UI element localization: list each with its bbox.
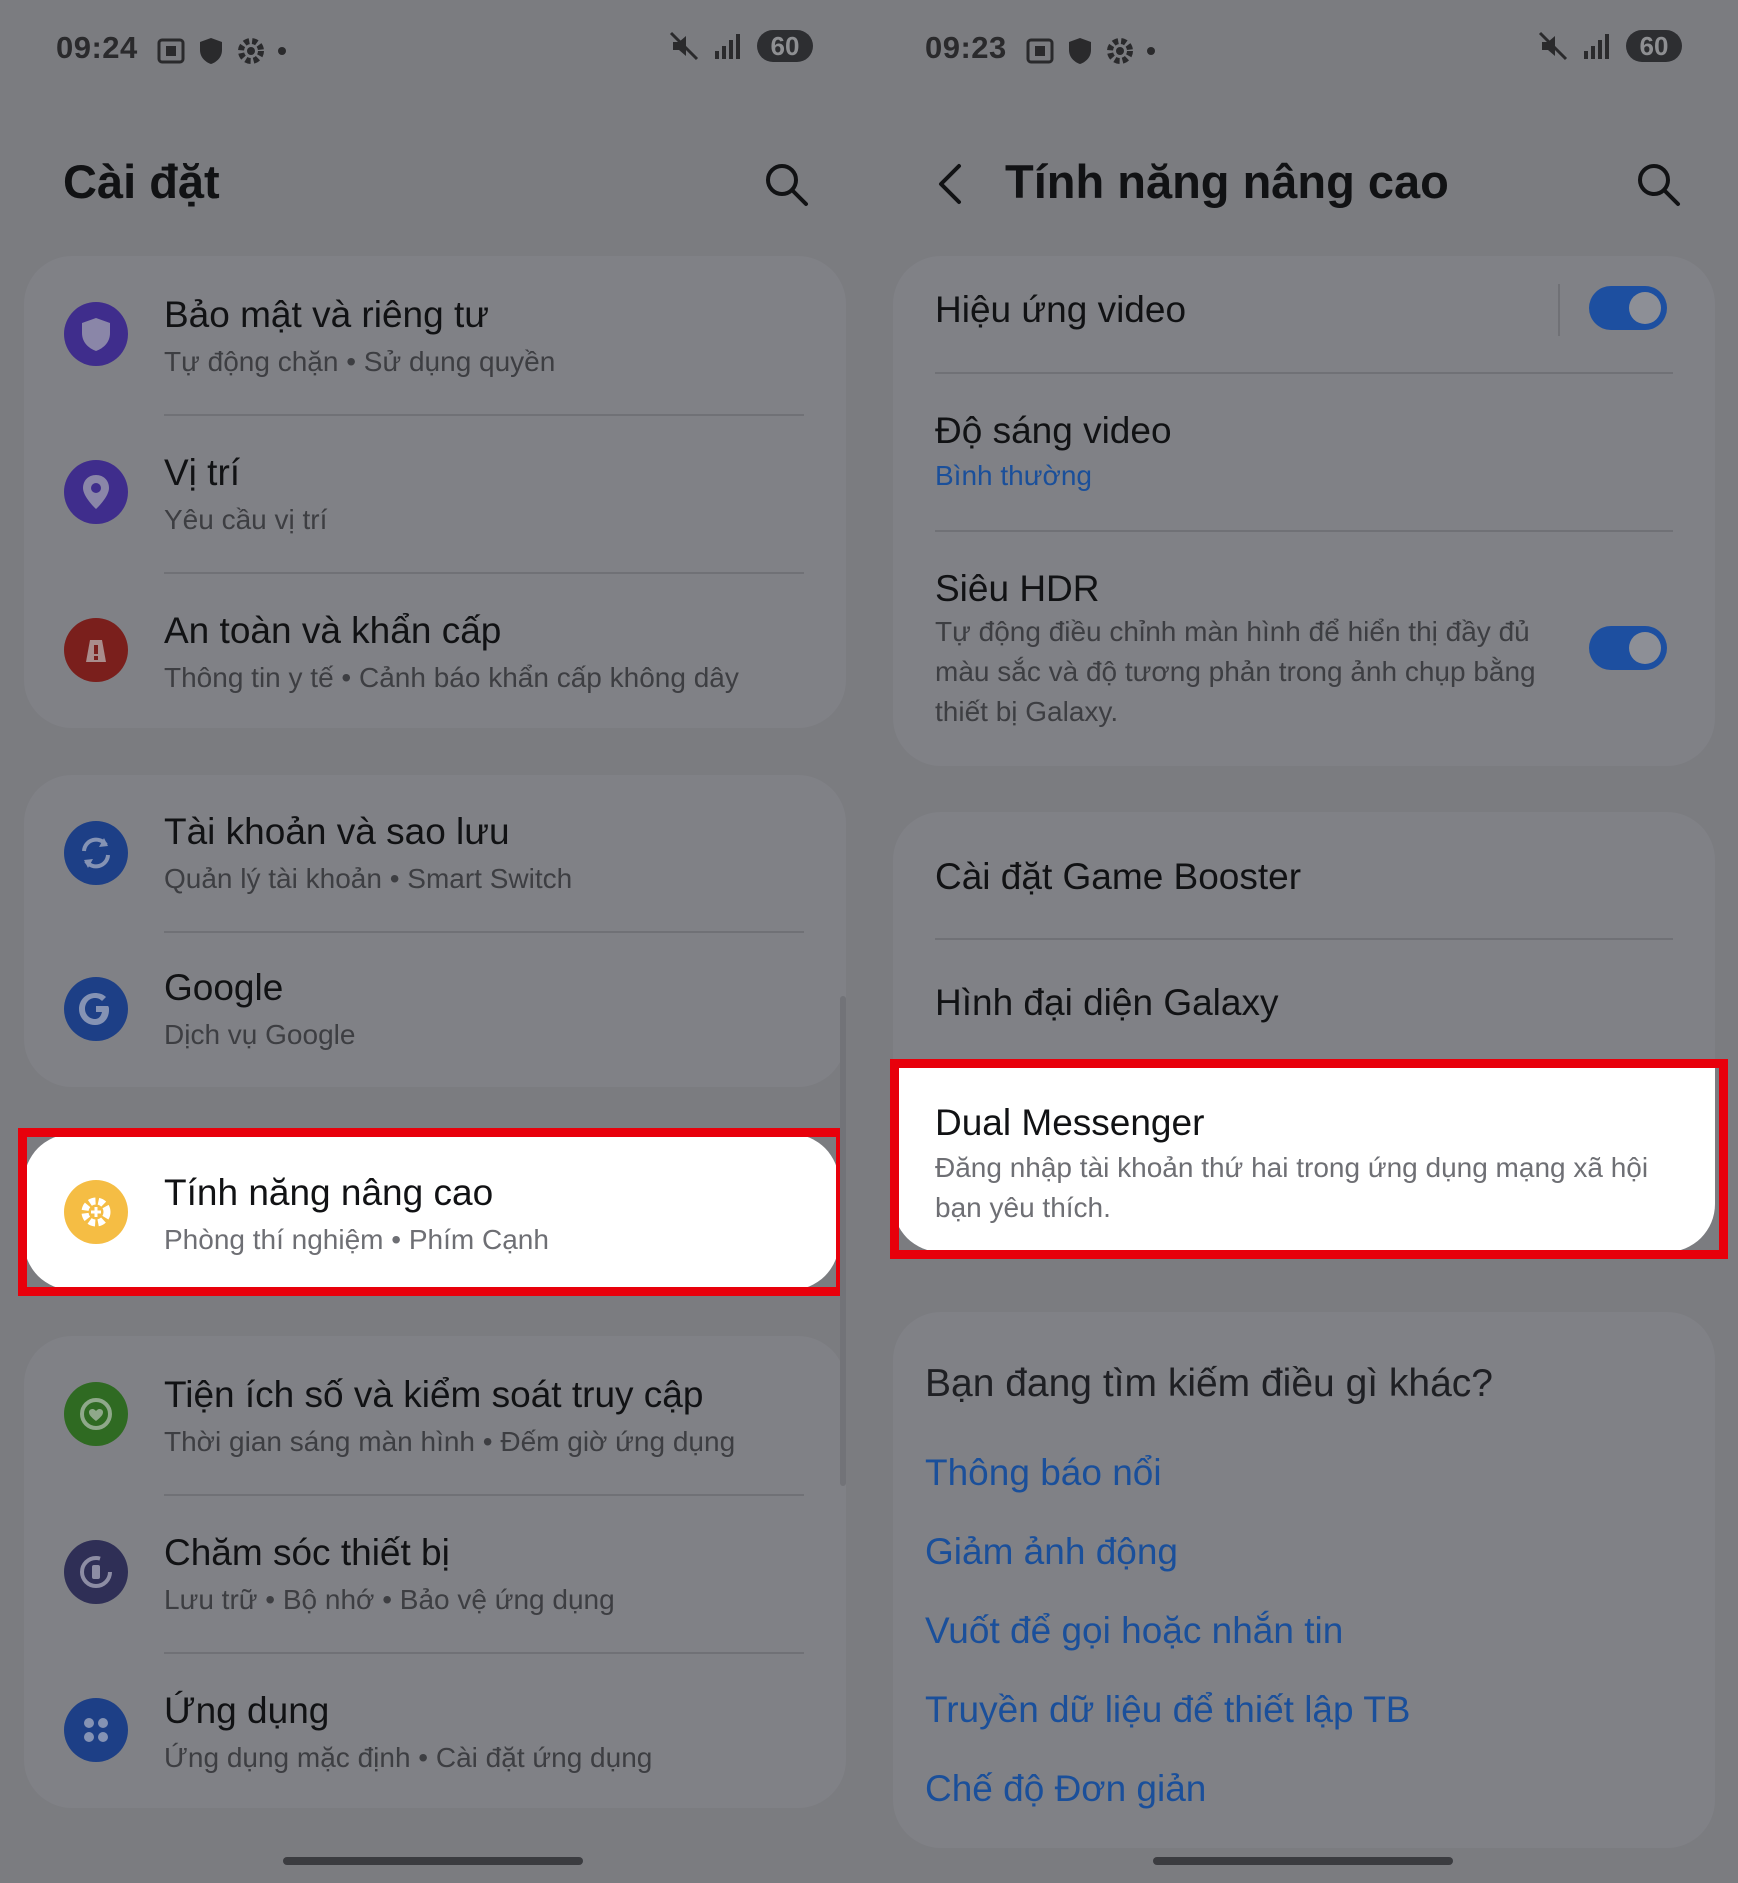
signal-icon xyxy=(1584,34,1609,59)
battery-indicator: 60 xyxy=(757,30,813,62)
video-effects-toggle[interactable] xyxy=(1589,286,1667,330)
status-bar: 09:23 60 xyxy=(925,24,1682,72)
page-title: Tính năng nâng cao xyxy=(1005,155,1449,208)
emergency-alert-icon xyxy=(64,618,128,682)
settings-item-subtitle: Tự động chặn • Sử dụng quyền xyxy=(164,346,556,377)
shield-icon xyxy=(64,302,128,366)
status-bar: 09:24 60 xyxy=(56,24,813,72)
settings-item-google[interactable]: Google Dịch vụ Google xyxy=(24,931,846,1087)
settings-item-advanced-features[interactable]: Tính năng nâng cao Phòng thí nghiệm • Ph… xyxy=(24,1134,839,1290)
video-settings-group: Hiệu ứng video Độ sáng video Bình thường… xyxy=(893,256,1715,766)
signal-icon xyxy=(715,34,740,59)
settings-item-title: Cài đặt Game Booster xyxy=(935,856,1302,897)
settings-group-accounts: Tài khoản và sao lưu Quản lý tài khoản •… xyxy=(24,775,846,1087)
suggestion-link[interactable]: Thông báo nổi xyxy=(925,1452,1162,1494)
settings-group-device: Tiện ích số và kiểm soát truy cập Thời g… xyxy=(24,1336,846,1808)
settings-item-value: Bình thường xyxy=(935,460,1092,491)
settings-item-subtitle: Yêu cầu vị trí xyxy=(164,504,328,535)
settings-item-apps[interactable]: Ứng dụng Ứng dụng mặc định • Cài đặt ứng… xyxy=(24,1652,846,1808)
settings-item-video-effects[interactable]: Hiệu ứng video xyxy=(893,256,1715,372)
settings-item-galaxy-avatar[interactable]: Hình đại diện Galaxy xyxy=(893,938,1715,1066)
suggestion-link[interactable]: Truyền dữ liệu để thiết lập TB xyxy=(925,1689,1410,1731)
suggestion-link[interactable]: Chế độ Đơn giản xyxy=(925,1768,1206,1810)
settings-item-safety-emergency[interactable]: An toàn và khẩn cấp Thông tin y tế • Cản… xyxy=(24,572,846,728)
battery-indicator: 60 xyxy=(1626,30,1682,62)
search-icon[interactable] xyxy=(1634,160,1682,208)
super-hdr-toggle[interactable] xyxy=(1589,626,1667,670)
suggestion-link[interactable]: Vuốt để gọi hoặc nhắn tin xyxy=(925,1610,1343,1652)
settings-item-accounts-backup[interactable]: Tài khoản và sao lưu Quản lý tài khoản •… xyxy=(24,775,846,931)
mute-icon xyxy=(669,31,699,61)
settings-item-title: Hình đại diện Galaxy xyxy=(935,982,1279,1023)
settings-item-device-care[interactable]: Chăm sóc thiết bị Lưu trữ • Bộ nhớ • Bảo… xyxy=(24,1494,846,1652)
mute-icon xyxy=(1538,31,1568,61)
advanced-features-icon xyxy=(64,1180,128,1244)
settings-item-title: Dual Messenger xyxy=(935,1102,1205,1143)
settings-item-subtitle: Phòng thí nghiệm • Phím Cạnh xyxy=(164,1224,549,1255)
gear-status-icon xyxy=(238,38,264,64)
settings-item-subtitle: Thời gian sáng màn hình • Đếm giờ ứng dụ… xyxy=(164,1426,736,1457)
status-time: 09:23 xyxy=(925,30,1007,65)
settings-item-title: Tiện ích số và kiểm soát truy cập xyxy=(164,1374,704,1415)
settings-item-game-booster[interactable]: Cài đặt Game Booster xyxy=(893,812,1715,938)
sync-icon xyxy=(64,821,128,885)
gear-status-icon xyxy=(1107,38,1133,64)
suggestions-title: Bạn đang tìm kiếm điều gì khác? xyxy=(925,1362,1493,1405)
device-care-icon xyxy=(64,1540,128,1604)
settings-item-digital-wellbeing[interactable]: Tiện ích số và kiểm soát truy cập Thời g… xyxy=(24,1336,846,1494)
settings-item-title: Tính năng nâng cao xyxy=(164,1172,494,1213)
settings-item-title: An toàn và khẩn cấp xyxy=(164,610,502,651)
location-pin-icon xyxy=(64,460,128,524)
settings-item-title: Hiệu ứng video xyxy=(935,289,1187,330)
google-icon xyxy=(64,977,128,1041)
advanced-features-screen: 09:23 60 Tính năng nâng cao Hiệu ứng vid… xyxy=(869,0,1738,1883)
settings-item-security-privacy[interactable]: Bảo mật và riêng tư Tự động chặn • Sử dụ… xyxy=(24,256,846,414)
settings-item-title: Chăm sóc thiết bị xyxy=(164,1532,450,1573)
settings-item-subtitle: Quản lý tài khoản • Smart Switch xyxy=(164,863,573,894)
scrollbar[interactable] xyxy=(840,996,846,1486)
back-arrow-icon[interactable] xyxy=(931,160,971,208)
settings-group-advanced: Tính năng nâng cao Phòng thí nghiệm • Ph… xyxy=(24,1134,839,1290)
divider xyxy=(1558,284,1560,336)
settings-item-video-brightness[interactable]: Độ sáng video Bình thường xyxy=(893,372,1715,530)
settings-item-dual-messenger[interactable]: Dual Messenger Đăng nhập tài khoản thứ h… xyxy=(893,1066,1715,1252)
page-title: Cài đặt xyxy=(63,155,220,208)
settings-item-subtitle: Thông tin y tế • Cảnh báo khẩn cấp không… xyxy=(164,662,739,693)
suggestion-link[interactable]: Giảm ảnh động xyxy=(925,1531,1178,1573)
settings-item-subtitle: Lưu trữ • Bộ nhớ • Bảo vệ ứng dụng xyxy=(164,1584,615,1615)
settings-item-location[interactable]: Vị trí Yêu cầu vị trí xyxy=(24,414,846,572)
settings-item-title: Bảo mật và riêng tư xyxy=(164,294,490,335)
search-icon[interactable] xyxy=(762,160,810,208)
settings-item-subtitle: Dịch vụ Google xyxy=(164,1019,356,1050)
home-indicator[interactable] xyxy=(283,1857,583,1865)
settings-item-title: Siêu HDR xyxy=(935,568,1100,609)
settings-item-title: Google xyxy=(164,967,284,1008)
status-time: 09:24 xyxy=(56,30,138,65)
home-indicator[interactable] xyxy=(1153,1857,1453,1865)
settings-item-title: Tài khoản và sao lưu xyxy=(164,811,510,852)
settings-group-privacy: Bảo mật và riêng tư Tự động chặn • Sử dụ… xyxy=(24,256,846,728)
settings-item-subtitle: Tự động điều chỉnh màn hình để hiển thị … xyxy=(935,616,1536,727)
settings-item-title: Vị trí xyxy=(164,452,241,493)
shield-status-icon xyxy=(200,38,222,64)
settings-item-title: Ứng dụng xyxy=(164,1690,330,1731)
settings-screen: 09:24 60 Cài đặt Bảo mật và riêng tư Tự … xyxy=(0,0,869,1883)
settings-item-title: Độ sáng video xyxy=(935,410,1172,451)
settings-item-super-hdr[interactable]: Siêu HDR Tự động điều chỉnh màn hình để … xyxy=(893,530,1715,766)
settings-item-subtitle: Đăng nhập tài khoản thứ hai trong ứng dụ… xyxy=(935,1152,1649,1223)
settings-item-subtitle: Ứng dụng mặc định • Cài đặt ứng dụng xyxy=(164,1742,653,1773)
apps-icon xyxy=(64,1698,128,1762)
digital-wellbeing-icon xyxy=(64,1382,128,1446)
notification-dot xyxy=(1147,47,1155,55)
shield-status-icon xyxy=(1069,38,1091,64)
screenshot-icon xyxy=(1026,38,1054,64)
screenshot-icon xyxy=(157,38,185,64)
notification-dot xyxy=(278,47,286,55)
